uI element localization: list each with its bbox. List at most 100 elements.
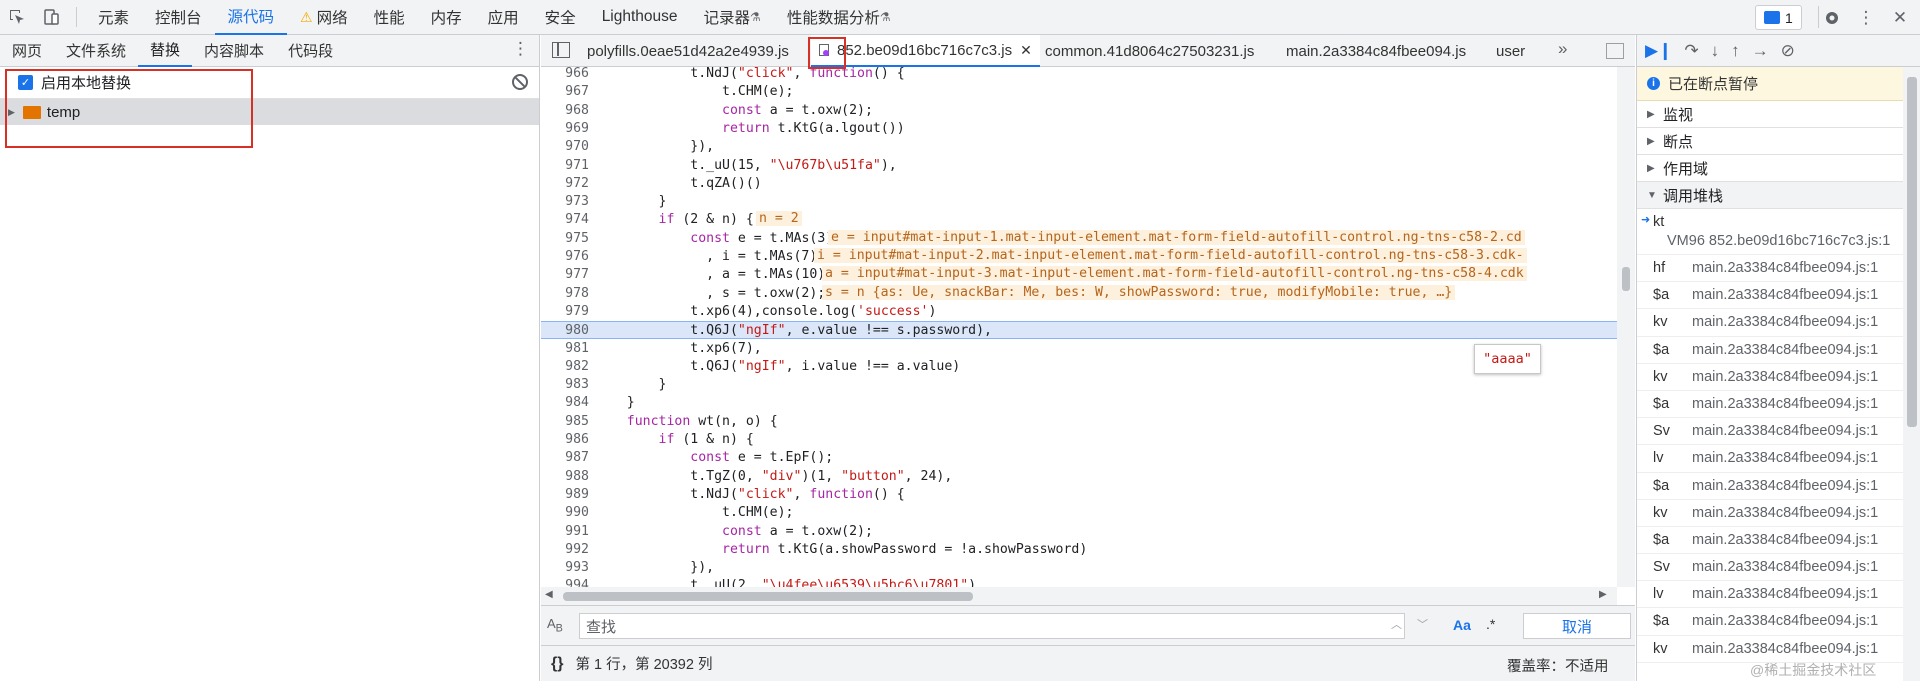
file-tab-polyfills[interactable]: polyfills.0eae51d42a2e4939.js (587, 35, 789, 67)
call-frame[interactable]: kv main.2a3384c84fbee094.js:1 (1637, 636, 1920, 663)
panel-tab[interactable]: 安全 (532, 0, 589, 35)
more-tabs-icon[interactable]: ⋮ (512, 39, 529, 59)
scrollbar-thumb[interactable] (563, 592, 973, 601)
code-line[interactable]: 994 t._uU(2, "\u4fee\u6539\u5bc6\u7801")… (541, 577, 1617, 587)
inspect-element-icon[interactable] (0, 0, 34, 35)
line-number[interactable]: 982 (541, 358, 589, 376)
code-line[interactable]: 968 const a = t.oxw(2); (541, 102, 1617, 120)
line-number[interactable]: 976 (541, 248, 589, 266)
line-number[interactable]: 988 (541, 468, 589, 486)
code-line[interactable]: 993 }), (541, 559, 1617, 577)
call-frame[interactable]: lv main.2a3384c84fbee094.js:1 (1637, 581, 1920, 609)
debugger-section[interactable]: ▶ 监视 (1637, 101, 1920, 128)
code-line[interactable]: 984 } (541, 394, 1617, 412)
code-line[interactable]: 989 t.NdJ("click", function() { (541, 486, 1617, 504)
deactivate-breakpoints-icon[interactable]: ⊘ (1781, 41, 1795, 61)
close-tab-icon[interactable]: ✕ (1020, 42, 1032, 59)
line-number[interactable]: 980 (541, 322, 589, 340)
code-line[interactable]: 983 } (541, 376, 1617, 394)
panel-tab[interactable]: 应用 (475, 0, 532, 35)
line-number[interactable]: 990 (541, 504, 589, 522)
next-match-icon[interactable]: ﹀ (1417, 616, 1428, 632)
call-frame[interactable]: $a main.2a3384c84fbee094.js:1 (1637, 473, 1920, 500)
panel-tab[interactable]: 元素 (85, 0, 142, 35)
panel-tab[interactable]: 内存 (418, 0, 475, 35)
debugger-section[interactable]: ▶ 断点 (1637, 128, 1920, 155)
navigator-tab[interactable]: 代码段 (276, 35, 345, 67)
call-frame[interactable]: kv main.2a3384c84fbee094.js:1 (1637, 500, 1920, 527)
navigator-tab[interactable]: 内容脚本 (192, 35, 276, 67)
code-line[interactable]: 987 const e = t.EpF(); (541, 449, 1617, 467)
previous-match-icon[interactable]: ︿ (1391, 616, 1402, 632)
call-frame[interactable]: lv main.2a3384c84fbee094.js:1 (1637, 445, 1920, 473)
code-line[interactable]: 970 }), (541, 138, 1617, 156)
vertical-scrollbar[interactable] (1903, 67, 1920, 681)
regex-icon[interactable]: .* (1486, 616, 1495, 632)
vertical-scrollbar[interactable] (1617, 67, 1635, 587)
line-number[interactable]: 966 (541, 67, 589, 83)
call-frame[interactable]: $a main.2a3384c84fbee094.js:1 (1637, 527, 1920, 555)
line-number[interactable]: 970 (541, 138, 589, 156)
line-number[interactable]: 968 (541, 102, 589, 120)
device-toolbar-icon[interactable] (34, 0, 68, 35)
line-number[interactable]: 983 (541, 376, 589, 394)
code-line[interactable]: 992 return t.KtG(a.showPassword = !a.sho… (541, 541, 1617, 559)
resume-icon[interactable]: ▶❙ (1645, 41, 1672, 61)
pretty-print-icon[interactable]: {} (551, 655, 563, 673)
line-number[interactable]: 969 (541, 120, 589, 138)
line-number[interactable]: 978 (541, 285, 589, 303)
navigator-tab[interactable]: 替换 (138, 35, 193, 67)
panel-tab[interactable]: ⚠ 网络 (287, 0, 361, 35)
call-frame[interactable]: $a main.2a3384c84fbee094.js:1 (1637, 391, 1920, 419)
file-tab-user[interactable]: user (1496, 35, 1525, 67)
code-line[interactable]: 982 t.Q6J("ngIf", i.value !== a.value) (541, 358, 1617, 376)
line-number[interactable]: 991 (541, 523, 589, 541)
line-number[interactable]: 981 (541, 340, 589, 358)
call-frame[interactable]: $a main.2a3384c84fbee094.js:1 (1637, 337, 1920, 364)
clear-overrides-icon[interactable] (512, 74, 528, 90)
code-line[interactable]: 974 if (2 & n) { (541, 211, 1617, 229)
code-line[interactable]: 985 function wt(n, o) { (541, 413, 1617, 431)
line-number[interactable]: 974 (541, 211, 589, 229)
call-frame[interactable]: ➜ kt VM96 852.be09d16bc716c7c3.js:1 (1637, 209, 1920, 255)
debugger-section[interactable]: ▶ 作用域 (1637, 155, 1920, 182)
step-into-icon[interactable]: ↓ (1711, 41, 1720, 61)
panel-tab[interactable]: 性能数据分析 ⚗ (774, 0, 904, 35)
horizontal-scrollbar[interactable]: ◀ ▶ (541, 587, 1617, 605)
step-icon[interactable]: → (1752, 41, 1769, 61)
call-frame[interactable]: Sv main.2a3384c84fbee094.js:1 (1637, 418, 1920, 446)
code-line[interactable]: 986 if (1 & n) { (541, 431, 1617, 449)
scrollbar-thumb[interactable] (1622, 267, 1630, 291)
more-tabs-icon[interactable]: » (1558, 39, 1567, 59)
cancel-button[interactable]: 取消 (1523, 613, 1631, 639)
replace-toggle-icon[interactable]: AB (547, 616, 563, 635)
line-number[interactable]: 977 (541, 266, 589, 284)
line-number[interactable]: 986 (541, 431, 589, 449)
code-line[interactable]: 969 return t.KtG(a.lgout()) (541, 120, 1617, 138)
code-view[interactable]: 966 t.NdJ("click", function() {967 t.CHM… (541, 67, 1617, 587)
line-number[interactable]: 989 (541, 486, 589, 504)
code-line[interactable]: 991 const a = t.oxw(2); (541, 523, 1617, 541)
file-tab-main[interactable]: main.2a3384c84fbee094.js (1286, 35, 1466, 67)
toggle-debugger-icon[interactable] (1606, 43, 1624, 59)
line-number[interactable]: 973 (541, 193, 589, 211)
code-line[interactable]: 967 t.CHM(e); (541, 83, 1617, 101)
code-line[interactable]: 979 t.xp6(4),console.log('success') (541, 303, 1617, 321)
match-case-icon[interactable]: Aa (1453, 617, 1471, 633)
scrollbar-thumb[interactable] (1907, 77, 1917, 427)
panel-tab[interactable]: 源代码 (214, 0, 288, 35)
scroll-right-icon[interactable]: ▶ (1599, 589, 1607, 600)
step-over-icon[interactable]: ↷ (1684, 41, 1698, 61)
line-number[interactable]: 967 (541, 83, 589, 101)
code-line[interactable]: 988 t.TgZ(0, "div")(1, "button", 24), (541, 468, 1617, 486)
code-line[interactable]: 971 t._uU(15, "\u767b\u51fa"), (541, 157, 1617, 175)
more-options-icon[interactable]: ⋮ (1849, 0, 1883, 35)
code-line[interactable]: 966 t.NdJ("click", function() { (541, 67, 1617, 83)
panel-tab[interactable]: 控制台 (142, 0, 215, 35)
gear-icon[interactable] (1815, 0, 1849, 35)
call-frame[interactable]: $a main.2a3384c84fbee094.js:1 (1637, 282, 1920, 310)
panel-tab[interactable]: Lighthouse (589, 0, 691, 35)
call-frame[interactable]: Sv main.2a3384c84fbee094.js:1 (1637, 554, 1920, 582)
call-frame[interactable]: hf main.2a3384c84fbee094.js:1 (1637, 255, 1920, 283)
line-number[interactable]: 987 (541, 449, 589, 467)
